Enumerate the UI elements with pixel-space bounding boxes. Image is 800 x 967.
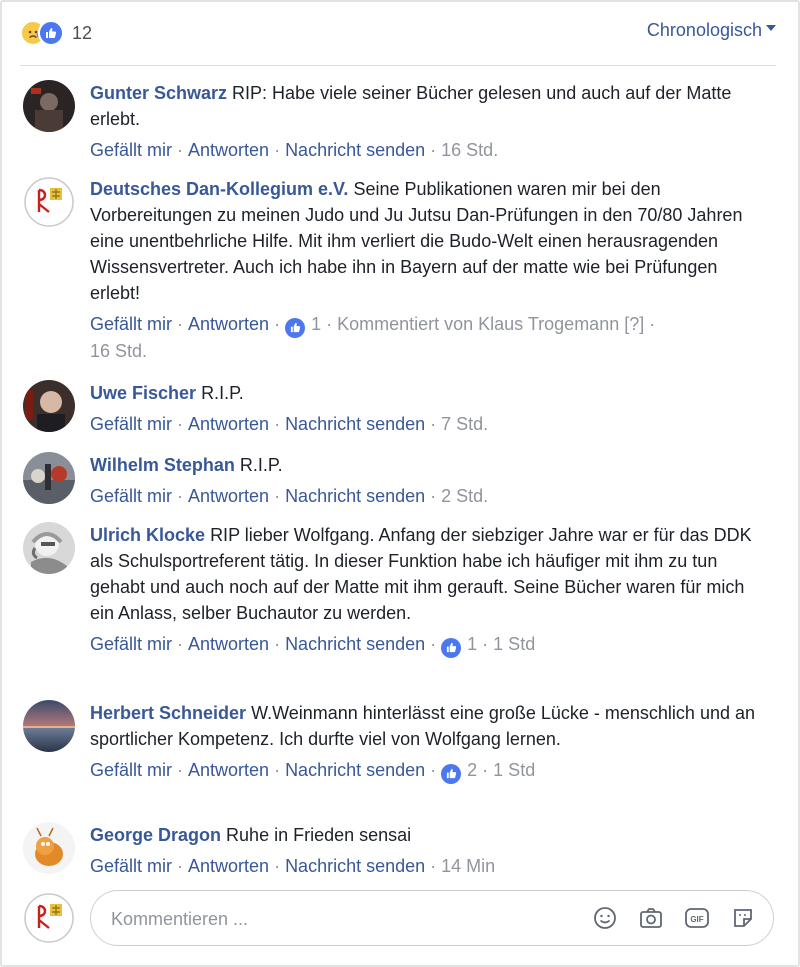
comment-actions: Gefällt mir · Antworten · Nachricht senden · 1…: [90, 140, 499, 160]
reply-link[interactable]: Antworten: [188, 856, 269, 876]
like-link[interactable]: Gefällt mir: [90, 314, 172, 334]
like-count[interactable]: 1: [467, 634, 477, 654]
current-user-avatar[interactable]: [23, 892, 75, 944]
comment-author[interactable]: Herbert Schneider: [90, 703, 246, 723]
comment-actions: Gefällt mir · Antworten · Nachricht senden · 1…: [90, 856, 496, 876]
comment-text: R.I.P.: [239, 455, 283, 475]
comment-actions: Gefällt mir · Antworten · Nachricht senden · 2…: [90, 757, 770, 784]
comment-actions: Gefällt mir · Antworten · Nachricht senden · 1…: [90, 631, 770, 658]
sticker-icon[interactable]: [729, 904, 757, 932]
comment-text: Ruhe in Frieden sensai: [226, 825, 412, 845]
like-link[interactable]: Gefällt mir: [90, 414, 172, 434]
svg-text:GIF: GIF: [690, 915, 703, 924]
comment-author[interactable]: Uwe Fischer: [90, 383, 196, 403]
comment-author[interactable]: Deutsches Dan-Kollegium e.V.: [90, 179, 348, 199]
composer-tools: GIF: [591, 904, 757, 932]
comment-time[interactable]: 16 Std.: [441, 140, 498, 160]
avatar[interactable]: [23, 700, 75, 752]
comment-time[interactable]: 14 Min: [441, 856, 495, 876]
like-link[interactable]: Gefällt mir: [90, 140, 172, 160]
reply-link[interactable]: Antworten: [188, 634, 269, 654]
like-link[interactable]: Gefällt mir: [90, 760, 172, 780]
comment-time[interactable]: 16 Std.: [90, 341, 147, 361]
send-message-link[interactable]: Nachricht senden: [285, 486, 425, 506]
send-message-link[interactable]: Nachricht senden: [285, 856, 425, 876]
send-message-link[interactable]: Nachricht senden: [285, 760, 425, 780]
camera-icon[interactable]: [637, 904, 665, 932]
comment-time[interactable]: 7 Std.: [441, 414, 488, 434]
send-message-link[interactable]: Nachricht senden: [285, 634, 425, 654]
comment-author[interactable]: Ulrich Klocke: [90, 525, 205, 545]
send-message-link[interactable]: Nachricht senden: [285, 414, 425, 434]
send-message-link[interactable]: Nachricht senden: [285, 140, 425, 160]
comments-header: 12 Chronologisch: [20, 18, 776, 48]
comment-time[interactable]: 2 Std.: [441, 486, 488, 506]
like-link[interactable]: Gefällt mir: [90, 486, 172, 506]
like-reaction-icon: [38, 20, 64, 46]
emoji-icon[interactable]: [591, 904, 619, 932]
like-count-icon: [441, 637, 462, 658]
comment-author[interactable]: George Dragon: [90, 825, 221, 845]
comment-input[interactable]: [109, 903, 533, 935]
reply-link[interactable]: Antworten: [188, 414, 269, 434]
comment-text: R.I.P.: [201, 383, 244, 403]
avatar[interactable]: [23, 176, 75, 228]
like-count[interactable]: 2: [467, 760, 477, 780]
comment-author[interactable]: Gunter Schwarz: [90, 83, 227, 103]
comment-time[interactable]: 1 Std: [493, 760, 535, 780]
like-count[interactable]: 1: [311, 314, 321, 334]
reply-link[interactable]: Antworten: [188, 760, 269, 780]
comment-time[interactable]: 1 Std: [493, 634, 535, 654]
comment-actions: Gefällt mir · Antworten · 1 · Kommentiert von …: [90, 314, 656, 361]
reply-link[interactable]: Antworten: [188, 486, 269, 506]
like-count-icon: [285, 317, 306, 338]
avatar[interactable]: [23, 380, 75, 432]
like-count-icon: [441, 763, 462, 784]
sort-label: Chronologisch: [646, 20, 762, 40]
avatar[interactable]: [23, 80, 75, 132]
comment-actions: Gefällt mir · Antworten · Nachricht senden · 2…: [90, 486, 489, 506]
reply-link[interactable]: Antworten: [188, 140, 269, 160]
gif-icon[interactable]: GIF: [683, 904, 711, 932]
reply-link[interactable]: Antworten: [188, 314, 269, 334]
chevron-down-icon: [766, 24, 776, 31]
comment-actions: Gefällt mir · Antworten · Nachricht senden · 7…: [90, 414, 489, 434]
header-divider: [20, 65, 776, 66]
avatar[interactable]: [23, 522, 75, 574]
sort-dropdown[interactable]: Chronologisch: [647, 20, 776, 41]
comment-author[interactable]: Wilhelm Stephan: [90, 455, 235, 475]
avatar[interactable]: [23, 452, 75, 504]
comment-composer: GIF: [90, 890, 774, 946]
reaction-count: 12: [72, 22, 93, 43]
like-link[interactable]: Gefällt mir: [90, 634, 172, 654]
avatar[interactable]: [23, 822, 75, 874]
commented-by[interactable]: Kommentiert von Klaus Trogemann [?]: [337, 314, 644, 334]
like-link[interactable]: Gefällt mir: [90, 856, 172, 876]
reaction-summary[interactable]: 12: [20, 20, 92, 46]
